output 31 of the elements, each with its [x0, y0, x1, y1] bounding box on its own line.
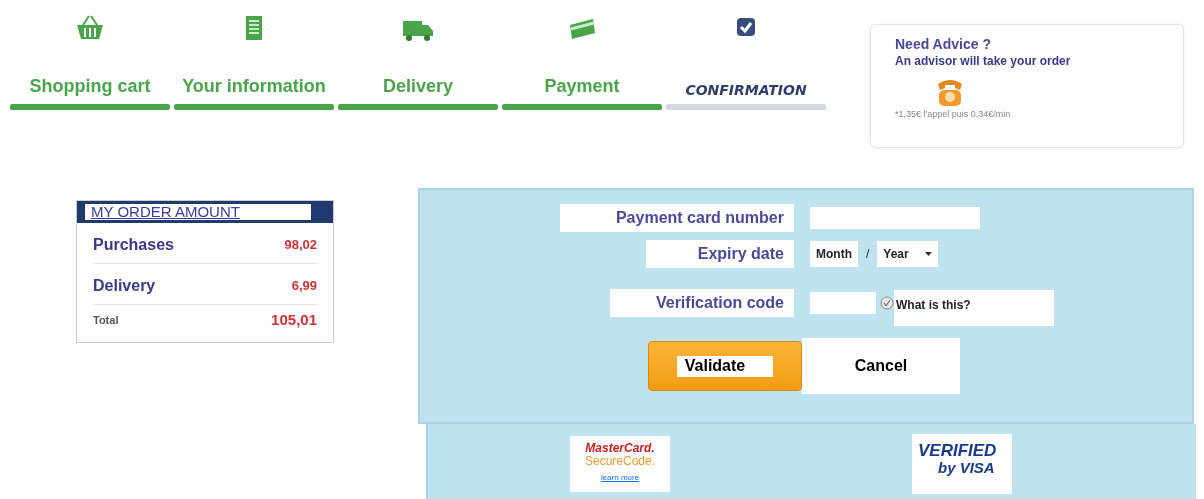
date-separator: /: [866, 246, 870, 263]
learn-more-link[interactable]: learn more: [600, 473, 640, 482]
step-label: Your information: [182, 75, 326, 96]
caret-icon: [924, 252, 932, 256]
month-dropdown[interactable]: Month: [810, 241, 858, 267]
advice-subtitle: An advisor will take your order: [895, 53, 1072, 70]
step-label: Payment: [544, 75, 620, 96]
amount-value: 6,99: [291, 277, 317, 296]
step-label: Shopping cart: [29, 75, 151, 96]
total-label: Total: [93, 313, 119, 328]
field-label: Payment card number: [560, 204, 794, 232]
year-dropdown[interactable]: Year: [877, 241, 938, 267]
total-amount: 105,01: [271, 310, 317, 330]
order-title: MY ORDER AMOUNT: [85, 204, 311, 220]
step-label: CONFIRMATION: [685, 81, 807, 96]
amount-label: Purchases: [93, 235, 174, 255]
advice-title: Need Advice ?: [895, 37, 992, 52]
amount-value: 98,02: [284, 236, 317, 255]
verification-code-field[interactable]: [810, 292, 876, 314]
verified-by-visa-logo: VERIFIED by VISA: [912, 434, 1012, 494]
mastercard-securecode-logo: MasterCard. SecureCode. learn more: [570, 436, 670, 492]
help-link[interactable]: What is this?: [894, 290, 1054, 326]
cancel-button[interactable]: Cancel: [802, 338, 960, 394]
field-label: Verification code: [610, 289, 794, 317]
validate-button[interactable]: Validate: [648, 341, 802, 391]
card-number-field[interactable]: [810, 207, 980, 229]
help-icon: [880, 296, 894, 310]
price-note: *1,35€ l'appel puis 0,34€/min: [895, 108, 1012, 121]
field-label: Expiry date: [646, 240, 794, 268]
amount-label: Delivery: [93, 276, 156, 296]
step-label: Delivery: [382, 75, 454, 96]
